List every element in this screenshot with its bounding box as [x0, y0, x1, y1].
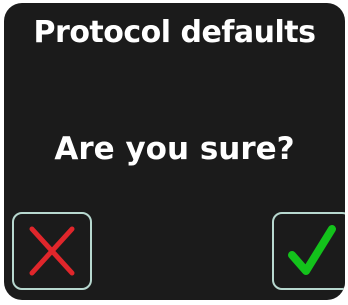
checkmark-icon	[286, 223, 338, 279]
dialog-message: Are you sure?	[54, 131, 295, 167]
cancel-button[interactable]	[12, 212, 92, 290]
confirm-button[interactable]	[272, 212, 345, 290]
confirmation-dialog: Protocol defaults Are you sure?	[4, 3, 345, 300]
dialog-title: Protocol defaults	[33, 15, 316, 50]
x-icon	[26, 223, 78, 279]
